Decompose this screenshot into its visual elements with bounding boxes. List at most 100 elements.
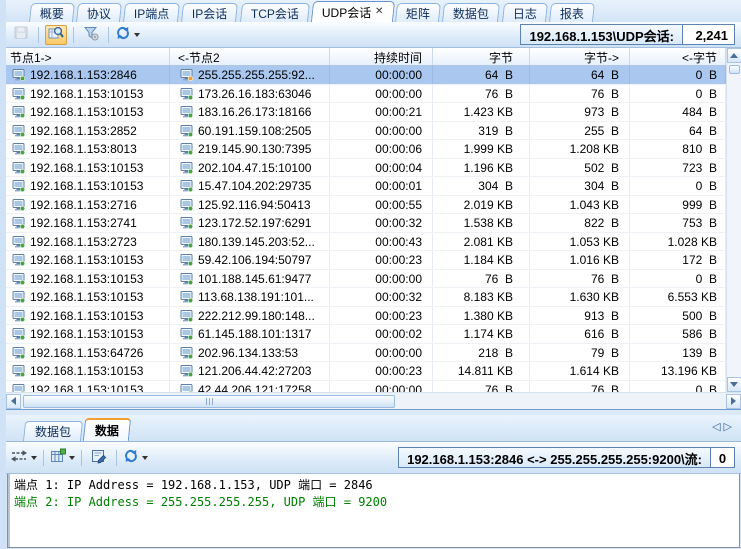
tab-tcp-session[interactable]: TCP会话 (239, 3, 310, 22)
vertical-scroll-thumb[interactable] (728, 65, 740, 74)
refresh-dropdown-icon[interactable] (134, 32, 140, 37)
table-row[interactable]: 192.168.1.153:10153 202.104.47.15:10100 00… (6, 158, 726, 177)
table-row[interactable]: 192.168.1.153:8013 219.145.90.130:7395 00:… (6, 140, 726, 159)
cell-node2: 60.191.159.108:2505 (170, 121, 330, 139)
table-options-button[interactable] (50, 448, 75, 467)
table-row[interactable]: 192.168.1.153:10153 173.26.16.183:63046 00… (6, 84, 726, 103)
direction-button[interactable] (10, 449, 37, 466)
close-icon[interactable]: ✕ (375, 6, 383, 17)
cell-bytes_out: 79 B (530, 343, 630, 361)
node1-text: 192.168.1.153:8013 (30, 142, 137, 157)
tab-nav-arrows[interactable]: ◁▷ (712, 420, 735, 433)
table-row[interactable]: 192.168.1.153:10153 101.188.145.61:9477 00… (6, 269, 726, 288)
table-row[interactable]: 192.168.1.153:10153 42.44.206.121:17258 00… (6, 380, 726, 392)
node2-text: 42.44.206.121:17258 (198, 382, 312, 392)
tab-log[interactable]: 日志 (501, 3, 548, 22)
tab-ip-endpoint[interactable]: IP端点 (123, 3, 181, 22)
tab-label: TCP会话 (250, 6, 299, 21)
save-button[interactable] (10, 25, 32, 45)
table-row[interactable]: 192.168.1.153:2723 180.139.145.203:52... 0… (6, 232, 726, 251)
cell-duration: 00:00:00 (330, 84, 433, 102)
table-row[interactable]: 192.168.1.153:2852 60.191.159.108:2505 00:… (6, 121, 726, 140)
column-header[interactable]: <-字节 (630, 48, 726, 65)
tab-nav-next-icon[interactable]: ▷ (724, 421, 735, 433)
column-header[interactable]: <-节点2 (170, 48, 330, 65)
scroll-down-button[interactable] (726, 377, 741, 392)
tab-protocol[interactable]: 协议 (76, 3, 123, 22)
table-row[interactable]: 192.168.1.153:2846 255.255.255.255:92... 0… (6, 66, 726, 85)
horizontal-scroll-thumb[interactable] (23, 394, 395, 408)
node2-text: 255.255.255.255:92... (198, 68, 315, 83)
tab-label: 报表 (559, 6, 584, 21)
remote-host-icon (180, 254, 193, 267)
refresh-detail-button[interactable] (123, 448, 148, 467)
scroll-up-button[interactable] (726, 48, 741, 63)
scroll-right-button[interactable] (726, 393, 741, 409)
table-row[interactable]: 192.168.1.153:10153 15.47.104.202:29735 00… (6, 177, 726, 196)
detail-tab-packets[interactable]: 数据包 (22, 421, 84, 441)
node2-text: 173.26.16.183:63046 (198, 86, 312, 101)
table-row[interactable]: 192.168.1.153:10153 222.212.99.180:148...… (6, 306, 726, 325)
toolbar-separator (116, 449, 117, 466)
node2-text: 202.104.47.15:10100 (198, 160, 312, 175)
node1-text: 192.168.1.153:10153 (30, 253, 144, 268)
detail-toolbar: 192.168.1.153:2846 <-> 255.255.255.255:9… (6, 442, 741, 474)
tab-udp-session[interactable]: UDP会话 ✕ (310, 1, 395, 22)
export-data-button[interactable] (88, 448, 110, 468)
cell-bytes_in: 0 B (630, 177, 726, 195)
detail-tab-data[interactable]: 数据 (82, 418, 132, 441)
table-row[interactable]: 192.168.1.153:10153 59.42.106.194:50797 00… (6, 251, 726, 270)
table-row[interactable]: 192.168.1.153:64726 202.96.134.133:53 00:0… (6, 343, 726, 362)
node2-text: 125.92.116.94:50413 (198, 197, 311, 212)
column-header[interactable]: 持续时间 (330, 48, 433, 65)
find-button[interactable] (45, 24, 67, 45)
vertical-scrollbar[interactable] (726, 48, 741, 392)
cell-node2: 202.104.47.15:10100 (170, 158, 330, 176)
node2-text: 202.96.134.133:53 (198, 345, 299, 360)
cell-bytes: 1.380 KB (433, 306, 530, 324)
column-header[interactable]: 字节 (433, 48, 530, 65)
cell-bytes_out: 1.043 KB (530, 195, 630, 213)
table-row[interactable]: 192.168.1.153:10153 113.68.138.191:101...… (6, 288, 726, 307)
tab-report[interactable]: 报表 (548, 3, 595, 22)
session-grid: 节点1-> <-节点2 持续时间 字节 字节-> <-字节 192.168.1.153:2… (6, 48, 741, 392)
cell-node2: 42.44.206.121:17258 (170, 380, 330, 392)
remote-host-icon (180, 328, 193, 341)
cell-node1: 192.168.1.153:2852 (6, 121, 170, 139)
scroll-left-button[interactable] (6, 393, 21, 409)
refresh-detail-dropdown-icon[interactable] (142, 455, 148, 460)
cell-bytes_out: 822 B (530, 214, 630, 232)
endpoint-data-view[interactable]: 端点 1: IP Address = 192.168.1.153, UDP 端口… (7, 474, 740, 548)
tab-ip-session[interactable]: IP会话 (181, 3, 239, 22)
arrow-down-icon (730, 382, 738, 387)
tab-matrix[interactable]: 矩阵 (395, 3, 442, 22)
tab-nav-prev-icon[interactable]: ◁ (712, 421, 723, 433)
column-header[interactable]: 节点1-> (6, 48, 170, 65)
cell-bytes_out: 616 B (530, 325, 630, 343)
tab-summary[interactable]: 概要 (29, 3, 76, 22)
column-header[interactable]: 字节-> (530, 48, 630, 65)
direction-dropdown-icon[interactable] (31, 455, 37, 460)
cell-bytes_out: 1.016 KB (530, 251, 630, 269)
local-host-icon (12, 235, 25, 248)
refresh-button[interactable] (115, 25, 140, 44)
tab-packet[interactable]: 数据包 (442, 3, 501, 22)
cell-node1: 192.168.1.153:64726 (6, 343, 170, 361)
node1-text: 192.168.1.153:2716 (30, 197, 137, 212)
node1-text: 192.168.1.153:10153 (30, 271, 144, 286)
filter-button[interactable] (80, 25, 102, 45)
cell-duration: 00:00:43 (330, 232, 433, 250)
table-row[interactable]: 192.168.1.153:10153 121.206.44.42:27203 00… (6, 362, 726, 381)
cell-bytes_in: 586 B (630, 325, 726, 343)
cell-node1: 192.168.1.153:2741 (6, 214, 170, 232)
table-row[interactable]: 192.168.1.153:2716 125.92.116.94:50413 00:… (6, 195, 726, 214)
table-row[interactable]: 192.168.1.153:2741 123.172.52.197:6291 00:… (6, 214, 726, 233)
detail-tabstrip: 数据包 数据 ◁▷ (6, 415, 741, 442)
table-row[interactable]: 192.168.1.153:10153 183.16.26.173:18166 00… (6, 103, 726, 122)
table-options-dropdown-icon[interactable] (69, 455, 75, 460)
cell-duration: 00:00:01 (330, 177, 433, 195)
horizontal-scrollbar[interactable] (6, 392, 741, 409)
local-host-icon (12, 291, 25, 304)
node1-text: 192.168.1.153:10153 (30, 364, 144, 379)
table-row[interactable]: 192.168.1.153:10153 61.145.188.101:1317 00… (6, 325, 726, 344)
